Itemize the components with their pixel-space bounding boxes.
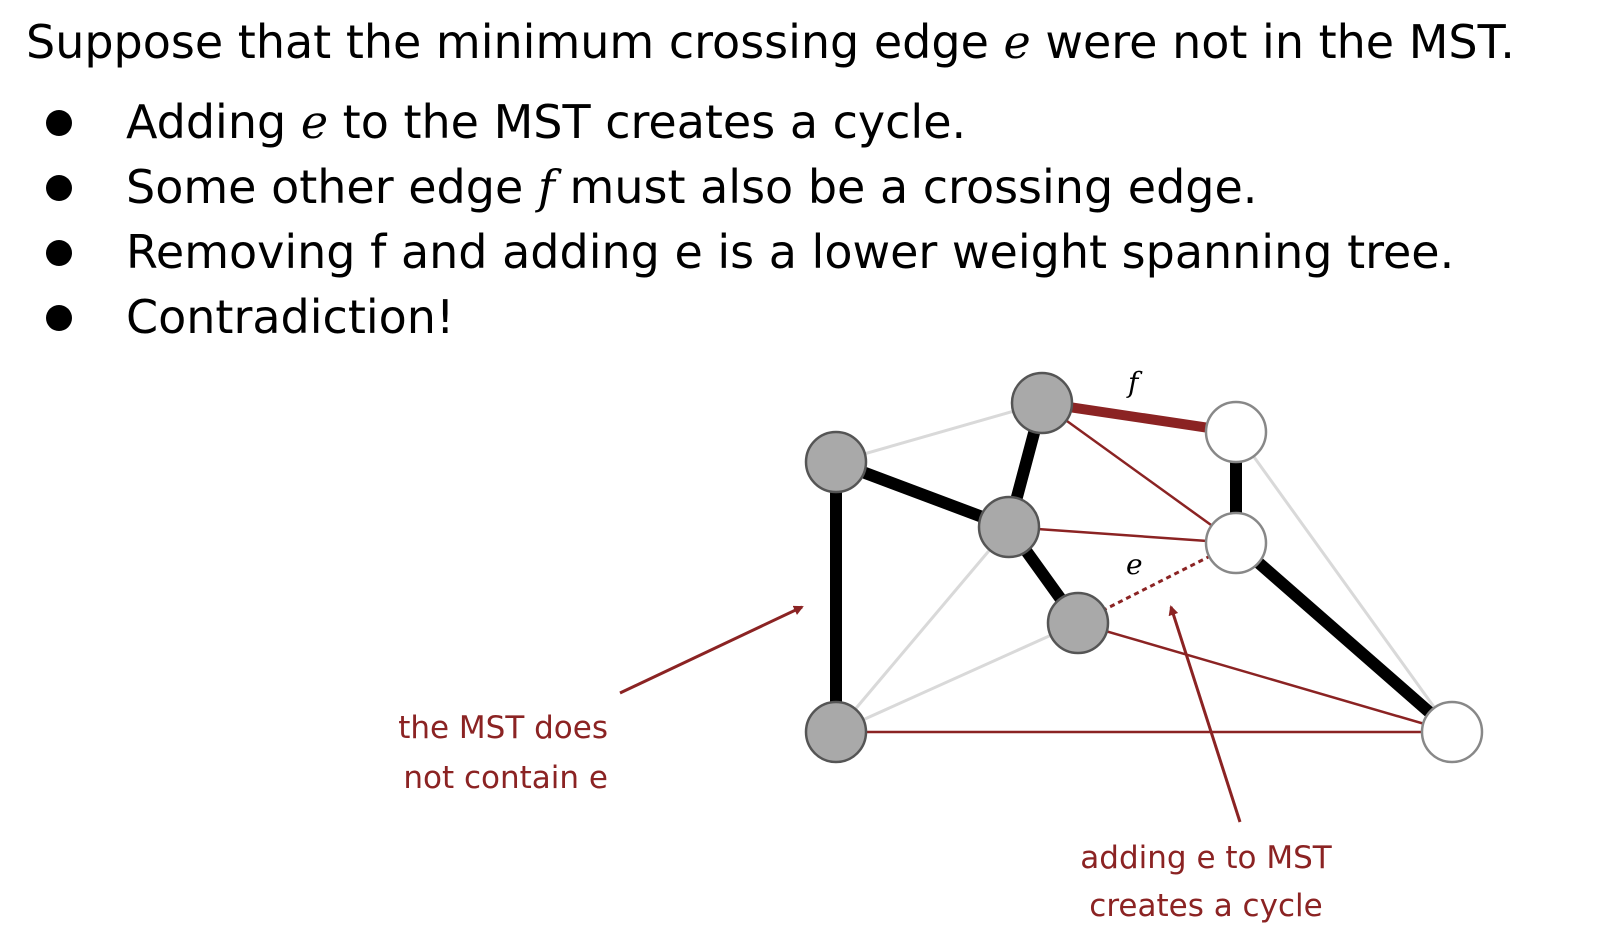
annotation-right-line1: adding e to MST [1080, 840, 1332, 876]
edge-gray [835, 621, 1079, 734]
node-gray [1046, 591, 1110, 655]
edge-e-label: e [1126, 548, 1143, 581]
node-white [1204, 511, 1268, 575]
edge-gray [834, 526, 1011, 733]
node-white [1204, 400, 1268, 464]
edge-crossing [1008, 525, 1237, 545]
edge-gray [1234, 431, 1454, 733]
node-gray [804, 700, 868, 764]
node-gray [1010, 371, 1074, 435]
annotation-left-arrow [619, 605, 804, 695]
node-white [1420, 700, 1484, 764]
node-gray [804, 430, 868, 494]
edge-f-label: f [1126, 366, 1143, 399]
annotation-right-line2: creates a cycle [1089, 888, 1322, 924]
mst-cut-diagram: f e the MST does not contain e adding e … [398, 366, 1484, 924]
node-gray [977, 495, 1041, 559]
edge-mst [1232, 538, 1456, 737]
annotation-right-arrow [1168, 605, 1242, 823]
annotation-left-line2: not contain e [403, 760, 608, 796]
annotation-left-line1: the MST does [398, 710, 608, 746]
edge-gray [835, 401, 1043, 464]
